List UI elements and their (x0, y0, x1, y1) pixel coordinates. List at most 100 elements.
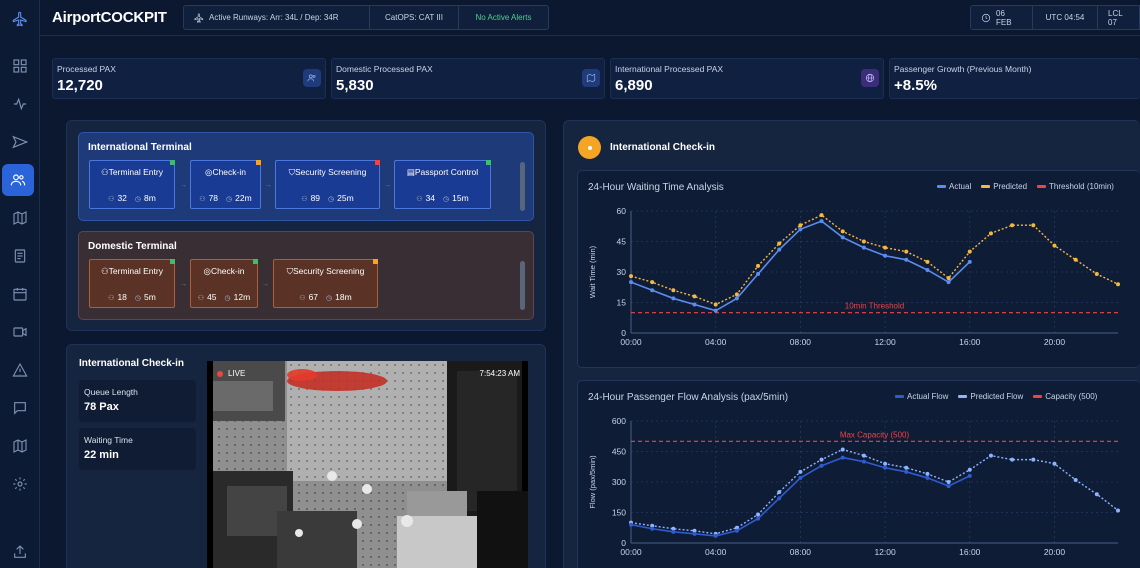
step-security-screening[interactable]: ⛉Security Screening ⚇ 89 ◷ 25m (275, 160, 380, 209)
data-point (650, 280, 655, 285)
data-point (819, 213, 824, 218)
map-icon[interactable] (6, 204, 34, 232)
data-point (671, 529, 676, 534)
catops-status[interactable]: CatOPS: CAT III (369, 5, 458, 30)
globe-icon (861, 69, 879, 87)
date-text: 06 FEB (996, 8, 1012, 27)
data-point (946, 480, 951, 484)
map-alt-icon[interactable] (6, 432, 34, 460)
clock-icon: ◷ (134, 196, 142, 203)
terminal-flow-panel: International Terminal ⚇Terminal Entry ⚇… (66, 120, 546, 331)
status-dot (375, 160, 380, 165)
wait-label: Waiting Time (84, 435, 133, 445)
data-point (777, 496, 782, 501)
step-pax: 45 (207, 292, 217, 302)
data-point (1052, 243, 1057, 248)
step-pax: 89 (310, 193, 321, 203)
data-point (692, 531, 697, 536)
kpi-domestic-pax: Domestic Processed PAX 5,830 (331, 58, 605, 99)
data-point (1010, 457, 1015, 462)
data-point (756, 516, 761, 521)
share-icon[interactable] (6, 538, 34, 566)
chat-icon[interactable] (6, 394, 34, 422)
lcl-display: LCL 07 (1097, 5, 1140, 30)
step-terminal-entry[interactable]: ⚇Terminal Entry ⚇ 32 ◷ 8m (89, 160, 175, 209)
document-icon[interactable] (6, 242, 34, 270)
settings-icon[interactable] (6, 470, 34, 498)
lcl-text: LCL 07 (1108, 8, 1123, 27)
pax-icon: ⚇ (301, 196, 308, 203)
utc-text: UTC 04:54 (1045, 13, 1085, 22)
y-tick-label: 150 (612, 508, 626, 518)
step-stats: ⚇ 18 ◷ 5m (90, 292, 174, 302)
step-pax: 34 (425, 193, 436, 203)
data-point (798, 475, 803, 480)
step-label: Passport Control (414, 167, 479, 177)
x-tick-label: 04:00 (705, 337, 727, 347)
series-line (630, 448, 1119, 535)
x-tick-label: 00:00 (620, 547, 642, 557)
clock-icon: ◷ (443, 196, 450, 203)
users-icon[interactable] (2, 164, 34, 196)
waiting-time-plot: 01530456000:00 04:00 08:00 12:00 16:00 20:00W… (588, 206, 1120, 347)
step-check-in[interactable]: ◎Check-in ⚇ 78 ◷ 22m (190, 160, 261, 209)
runway-icon (194, 13, 204, 23)
live-camera-feed[interactable]: LIVE 7:54:23 AM (207, 361, 528, 568)
thermal-image (207, 361, 528, 568)
arrow-icon: → (180, 182, 187, 189)
data-point (883, 253, 888, 258)
dashboard-icon[interactable] (6, 52, 34, 80)
status-dot (253, 259, 258, 264)
data-point (650, 526, 655, 531)
data-point (713, 308, 718, 313)
data-point (777, 241, 782, 246)
y-axis-label: Flow (pax/5min) (588, 455, 597, 509)
data-point (756, 263, 761, 268)
threshold-label: 10min Threshold (845, 302, 904, 311)
kpi-value: 5,830 (336, 77, 374, 94)
step-time: 12m (233, 292, 251, 302)
live-indicator: LIVE (217, 369, 245, 378)
flight-icon[interactable] (6, 128, 34, 156)
app-title: AirportCOCKPIT (52, 9, 167, 26)
activity-icon[interactable] (6, 90, 34, 118)
scrollbar[interactable] (520, 261, 525, 310)
terminal-title: International Terminal (88, 142, 192, 153)
x-tick-label: 20:00 (1044, 337, 1066, 347)
live-label: LIVE (228, 369, 246, 378)
alerts-status[interactable]: No Active Alerts (458, 5, 549, 30)
step-terminal-entry[interactable]: ⚇Terminal Entry ⚇ 18 ◷ 5m (89, 259, 175, 308)
domestic-terminal: Domestic Terminal ⚇Terminal Entry ⚇ 18 ◷ 5m… (78, 231, 534, 320)
scrollbar[interactable] (520, 162, 525, 211)
arrow-icon: → (180, 281, 187, 288)
data-point (713, 533, 718, 538)
step-name: ⛉Security Screening (286, 266, 365, 276)
data-point (1031, 457, 1036, 462)
calendar-icon[interactable] (6, 280, 34, 308)
queue-label: Queue Length (84, 387, 138, 397)
alert-icon[interactable] (6, 356, 34, 384)
data-point (883, 245, 888, 250)
data-point (925, 475, 930, 480)
step-stats: ⚇ 45 ◷ 12m (191, 292, 257, 302)
data-point (946, 484, 951, 489)
step-security-screening[interactable]: ⛉Security Screening ⚇ 67 ◷ 18m (273, 259, 378, 308)
step-check-in[interactable]: ◎Check-in ⚇ 45 ◷ 12m (190, 259, 258, 308)
video-icon[interactable] (6, 318, 34, 346)
passenger-flow-chart: 24-Hour Passenger Flow Analysis (pax/5mi… (577, 380, 1140, 568)
status-dot (486, 160, 491, 165)
data-point (734, 296, 739, 301)
plane-icon[interactable] (6, 5, 34, 33)
data-point (861, 459, 866, 464)
data-point (798, 469, 803, 474)
runway-status[interactable]: Active Runways: Arr: 34L / Dep: 34R (183, 5, 369, 30)
kpi-value: +8.5% (894, 77, 937, 94)
data-point (1073, 257, 1078, 262)
step-name: ▤Passport Control (406, 167, 479, 177)
data-point (883, 461, 888, 466)
clock-icon: ◷ (226, 196, 233, 203)
step-label: Security Screening (295, 167, 367, 177)
camera-timestamp: 7:54:23 AM (479, 369, 520, 378)
arrow-icon: → (384, 182, 391, 189)
step-passport-control[interactable]: ▤Passport Control ⚇ 34 ◷ 15m (394, 160, 491, 209)
